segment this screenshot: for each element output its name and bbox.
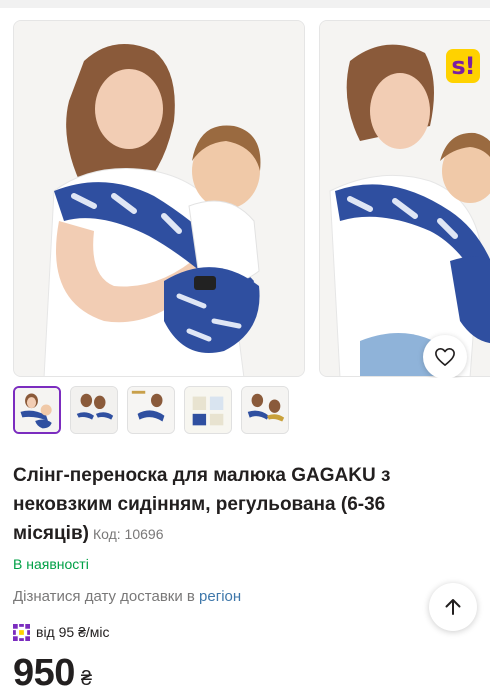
installment-info[interactable]: від 95 ₴/міс (13, 622, 109, 642)
brand-badge: s! (446, 49, 480, 83)
wishlist-button[interactable] (423, 335, 467, 378)
installment-text: від 95 ₴/міс (36, 624, 110, 640)
thumbnail-strip (13, 386, 289, 436)
thumbnail-3[interactable] (127, 386, 175, 434)
delivery-info: Дізнатися дату доставки в регіон (13, 588, 241, 605)
thumbnail-5[interactable] (241, 386, 289, 434)
thumbnail-1[interactable] (13, 386, 61, 434)
price-amount: 950 (13, 652, 75, 694)
product-gallery[interactable]: s! (0, 20, 490, 378)
scroll-top-button[interactable] (429, 583, 477, 631)
product-title: Слінг-переноска для малюка GAGAKU з неко… (13, 461, 479, 549)
product-price: 950 ₴ (13, 652, 92, 694)
top-strip (0, 0, 490, 8)
price-currency: ₴ (80, 668, 93, 690)
arrow-up-icon (445, 599, 461, 615)
heart-icon (435, 348, 455, 366)
brand-badge-text: s! (451, 52, 475, 80)
availability-status: В наявності (13, 556, 89, 572)
main-product-image[interactable] (13, 20, 305, 377)
product-code: Код: 10696 (92, 526, 164, 542)
delivery-region-link[interactable]: регіон (199, 588, 241, 605)
thumbnail-4[interactable] (184, 386, 232, 434)
thumbnail-2[interactable] (70, 386, 118, 434)
delivery-text: Дізнатися дату доставки в (13, 588, 195, 605)
installment-icon (13, 623, 30, 641)
product-title-text: Слінг-переноска для малюка GAGAKU з неко… (13, 465, 391, 544)
